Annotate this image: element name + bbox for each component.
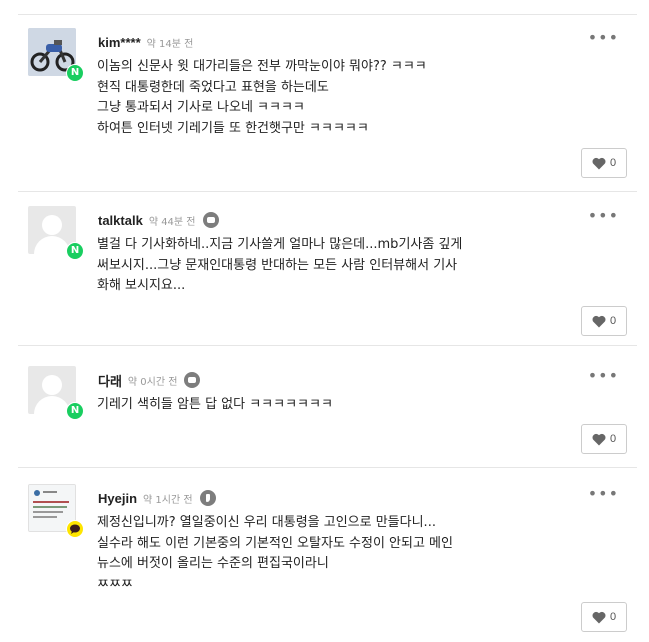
timestamp: 약 1시간 전 <box>143 494 193 506</box>
naver-badge-icon: N <box>66 242 84 260</box>
timestamp: 약 0시간 전 <box>127 376 178 388</box>
like-button[interactable]: 0 <box>581 424 627 454</box>
avatar[interactable]: N <box>28 206 84 260</box>
comment-divider <box>18 191 637 192</box>
heart-icon <box>592 611 606 623</box>
more-options-icon[interactable]: ••• <box>588 368 619 384</box>
top-divider <box>18 14 637 15</box>
naver-badge-icon: N <box>66 402 84 420</box>
nickname[interactable]: Hyejin <box>98 491 137 506</box>
comment-item: Hyejin 약 1시간 전 ••• 제정신입니까? 열일중이신 우리 대통령을… <box>18 484 637 642</box>
like-button[interactable]: 0 <box>581 602 627 632</box>
comment-text: 제정신입니까? 열일중이신 우리 대통령을 고인으로 만들다니... 실수라 해… <box>97 515 453 592</box>
more-options-icon[interactable]: ••• <box>588 486 619 502</box>
comment-divider <box>18 467 637 468</box>
like-button[interactable]: 0 <box>581 148 627 178</box>
comment-text: 기레기 색히들 암튼 답 없다 ㅋㅋㅋㅋㅋㅋㅋ <box>97 397 333 412</box>
comment-header: talktalk 약 44분 전 <box>98 210 219 230</box>
heart-icon <box>592 315 606 327</box>
comment-item: N talktalk 약 44분 전 ••• 별걸 다 기사화하네..지금 기사… <box>18 206 637 346</box>
timestamp: 약 14분 전 <box>146 38 194 50</box>
like-count: 0 <box>609 315 617 327</box>
chat-icon <box>202 212 219 228</box>
chat-icon <box>184 372 201 388</box>
avatar[interactable]: N <box>28 366 84 420</box>
heart-icon <box>592 157 606 169</box>
avatar[interactable] <box>28 484 84 538</box>
comment-text: 별걸 다 기사화하네..지금 기사쓸게 얼마나 많은데...mb기사좀 깊게 써… <box>97 237 463 293</box>
more-options-icon[interactable]: ••• <box>588 30 619 46</box>
nickname[interactable]: talktalk <box>98 213 143 228</box>
quote-icon <box>199 490 216 506</box>
naver-badge-icon: N <box>66 64 84 82</box>
nickname[interactable]: 다래 <box>98 371 122 390</box>
kakao-badge-icon <box>66 520 84 538</box>
nickname[interactable]: kim**** <box>98 35 141 50</box>
avatar[interactable]: N <box>28 28 84 82</box>
comment-item: N 다래 약 0시간 전 ••• 기레기 색히들 암튼 답 없다 ㅋㅋㅋㅋㅋㅋㅋ… <box>18 366 637 468</box>
like-count: 0 <box>609 433 617 445</box>
comment-header: 다래 약 0시간 전 <box>98 370 201 390</box>
comment-header: Hyejin 약 1시간 전 <box>98 488 216 508</box>
comment-text: 이놈의 신문사 윗 대가리들은 전부 까막눈이야 뭐야?? ㅋㅋㅋ 현직 대통령… <box>97 59 427 136</box>
more-options-icon[interactable]: ••• <box>588 208 619 224</box>
timestamp: 약 44분 전 <box>148 216 196 228</box>
like-button[interactable]: 0 <box>581 306 627 336</box>
like-count: 0 <box>609 157 617 169</box>
comment-divider <box>18 345 637 346</box>
comment-header: kim**** 약 14분 전 <box>98 32 193 52</box>
comment-item: N kim**** 약 14분 전 ••• 이놈의 신문사 윗 대가리들은 전부… <box>18 28 637 192</box>
heart-icon <box>592 433 606 445</box>
like-count: 0 <box>609 611 617 623</box>
